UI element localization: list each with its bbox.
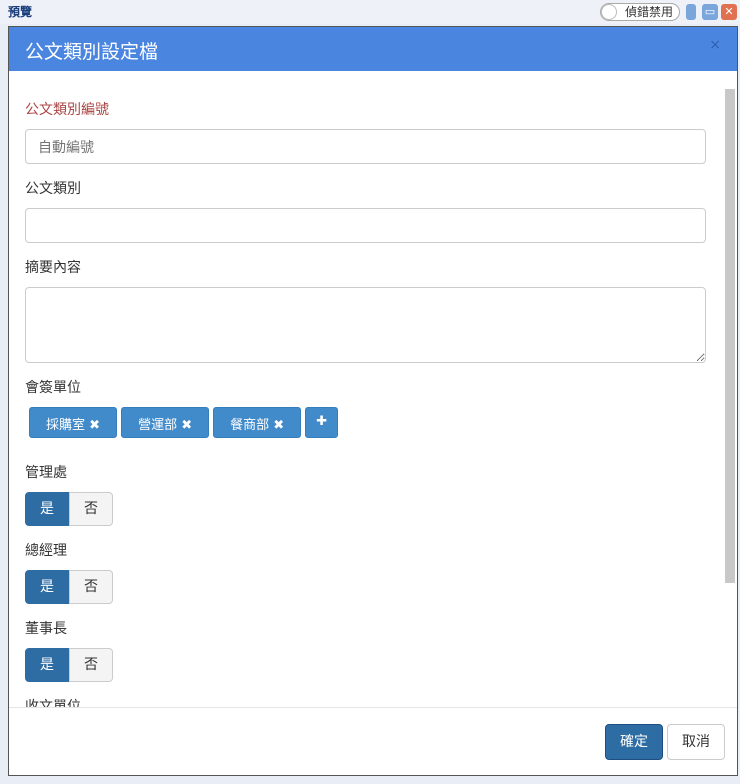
modal-title: 公文類別設定檔	[25, 41, 159, 63]
modal-dialog: 公文類別設定檔 × 公文類別編號 公文類別 摘要內容 會簽單位 採購室 ✖ 營運部…	[8, 26, 738, 776]
cancel-button[interactable]: 取消	[667, 724, 725, 760]
toggle-group: 是否	[25, 648, 113, 682]
remove-icon[interactable]: ✖	[89, 418, 100, 433]
scrollbar[interactable]	[723, 75, 735, 703]
yes-button[interactable]: 是	[25, 648, 69, 682]
receive-label: 收文單位	[25, 699, 81, 707]
window-title: 預覽	[8, 5, 33, 19]
toggle-group: 是否	[25, 570, 113, 604]
modal-header: 公文類別設定檔 ×	[9, 27, 737, 71]
debug-toggle-label: 偵錯禁用	[625, 5, 674, 19]
remove-icon[interactable]: ✖	[181, 418, 192, 433]
pin-icon[interactable]	[686, 4, 696, 20]
tag[interactable]: 餐商部 ✖	[213, 407, 302, 438]
no-button[interactable]: 否	[69, 648, 113, 682]
summary-label: 摘要內容	[25, 260, 81, 276]
scrollbar-thumb[interactable]	[725, 89, 735, 583]
maximize-button[interactable]: ▭	[702, 4, 718, 20]
tag-label: 餐商部	[230, 418, 270, 433]
toggle-label: 管理處	[25, 465, 67, 481]
modal-body: 公文類別編號 公文類別 摘要內容 會簽單位 採購室 ✖ 營運部 ✖ 餐商部 ✖ …	[9, 71, 723, 707]
no-button[interactable]: 否	[69, 570, 113, 604]
id-label: 公文類別編號	[25, 102, 109, 118]
tag-label: 營運部	[138, 418, 178, 433]
window-titlebar: 預覽 偵錯禁用 ▭ ✕	[0, 0, 740, 24]
close-icon[interactable]: ×	[709, 37, 721, 53]
remove-icon[interactable]: ✖	[273, 418, 284, 433]
no-button[interactable]: 否	[69, 492, 113, 526]
type-label: 公文類別	[25, 181, 81, 197]
summary-textarea[interactable]	[25, 287, 706, 363]
close-window-button[interactable]: ✕	[721, 4, 737, 20]
toggle-knob	[601, 4, 617, 20]
cosign-label: 會簽單位	[25, 380, 81, 396]
tag[interactable]: 營運部 ✖	[121, 407, 210, 438]
toggle-label: 董事長	[25, 621, 67, 637]
toggle-label: 總經理	[25, 543, 67, 559]
add-tag-button[interactable]: ✚	[305, 407, 339, 438]
tag[interactable]: 採購室 ✖	[29, 407, 118, 438]
id-input[interactable]	[25, 129, 706, 164]
cosign-tags: 採購室 ✖ 營運部 ✖ 餐商部 ✖ ✚	[29, 407, 707, 438]
toggle-group: 是否	[25, 492, 113, 526]
type-input[interactable]	[25, 208, 706, 243]
yes-button[interactable]: 是	[25, 492, 69, 526]
tag-label: 採購室	[46, 418, 86, 433]
modal-footer: 確定 取消	[9, 707, 737, 775]
confirm-button[interactable]: 確定	[605, 724, 663, 760]
yes-button[interactable]: 是	[25, 570, 69, 604]
debug-toggle[interactable]: 偵錯禁用	[600, 3, 680, 21]
